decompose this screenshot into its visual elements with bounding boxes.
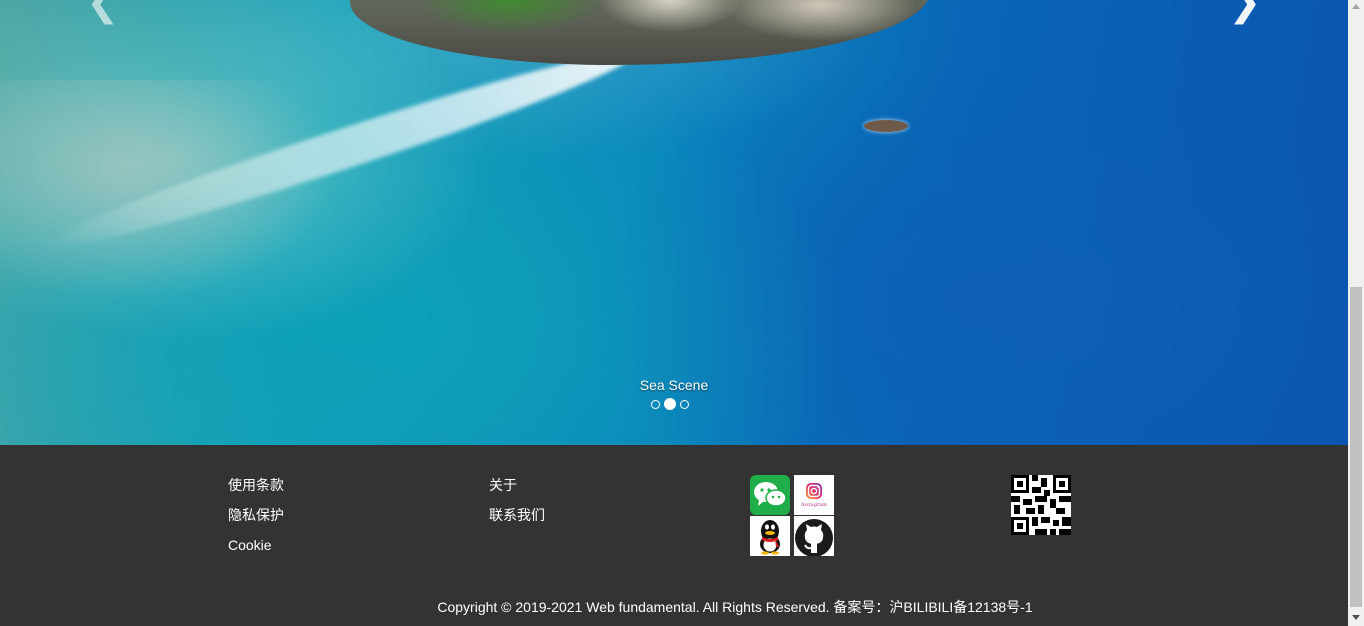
carousel-indicator-1[interactable]	[651, 399, 660, 409]
image-carousel[interactable]: ❮ ❯ Sea Scene	[0, 0, 1348, 445]
terms-of-use-link[interactable]: 使用条款	[228, 477, 284, 493]
about-link[interactable]: 关于	[489, 477, 545, 493]
carousel-indicators	[651, 398, 689, 410]
chevron-left-icon[interactable]: ❮	[86, 0, 120, 22]
carousel-image-island	[350, 0, 930, 65]
footer-links-about: 关于 联系我们	[489, 477, 545, 537]
chevron-right-icon[interactable]: ❯	[1228, 0, 1262, 22]
footer: 使用条款 隐私保护 Cookie 关于 联系我们 Instagram Copyr…	[0, 445, 1348, 626]
cookie-link[interactable]: Cookie	[228, 537, 284, 553]
instagram-wordmark: Instagram	[800, 502, 828, 508]
qr-code-icon	[1011, 475, 1071, 535]
qq-icon[interactable]	[750, 516, 790, 556]
footer-links-legal: 使用条款 隐私保护 Cookie	[228, 477, 284, 567]
carousel-indicator-2[interactable]	[664, 398, 676, 410]
carousel-indicator-3[interactable]	[680, 399, 689, 409]
copyright-text: Copyright © 2019-2021 Web fundamental. A…	[437, 599, 1033, 615]
scrollbar-thumb[interactable]	[1350, 287, 1362, 607]
contact-us-link[interactable]: 联系我们	[489, 507, 545, 523]
wechat-icon[interactable]	[750, 475, 790, 515]
instagram-icon[interactable]: Instagram	[794, 475, 834, 515]
github-icon[interactable]	[794, 516, 834, 556]
privacy-link[interactable]: 隐私保护	[228, 507, 284, 523]
carousel-caption: Sea Scene	[639, 377, 709, 393]
scroll-up-icon[interactable]	[1352, 4, 1360, 9]
page-scrollbar[interactable]	[1348, 0, 1364, 626]
social-icons: Instagram	[750, 475, 836, 557]
page: ❮ ❯ Sea Scene 使用条款 隐私保护 Cookie 关于 联系我们 I…	[0, 0, 1348, 626]
scroll-down-icon[interactable]	[1352, 615, 1360, 620]
carousel-image-rock	[864, 120, 908, 132]
